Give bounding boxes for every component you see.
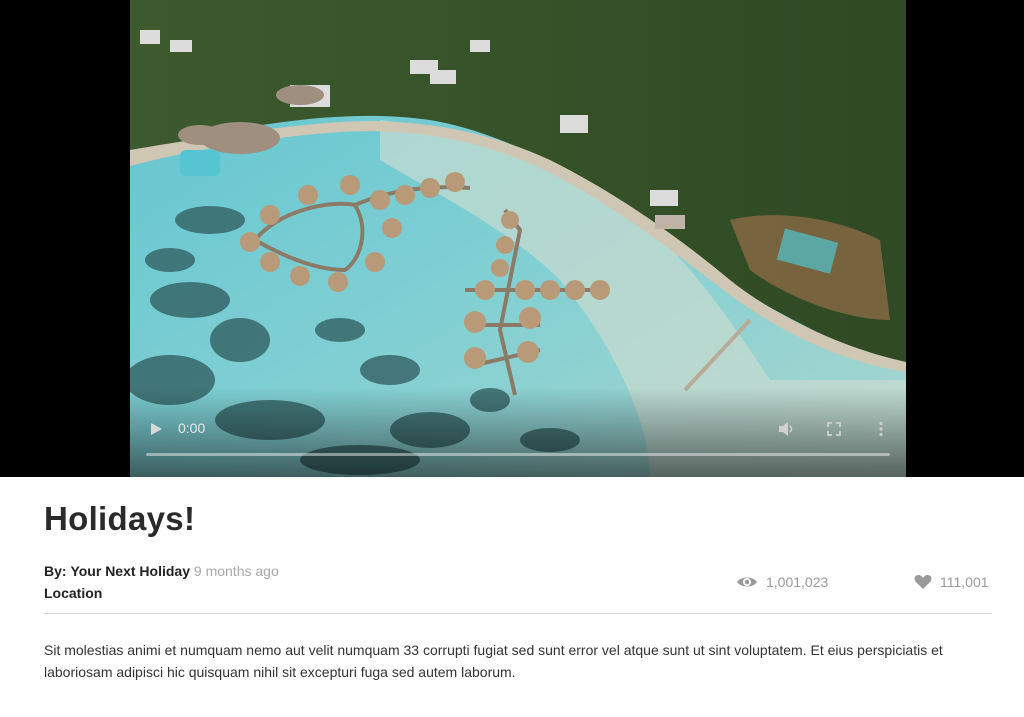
video-player[interactable]: 0:00 <box>0 0 1024 477</box>
post-description: Sit molestias animi et numquam nemo aut … <box>44 642 943 680</box>
more-options-icon[interactable] <box>872 420 890 438</box>
author-prefix: By: <box>44 563 67 579</box>
heart-icon[interactable] <box>914 574 932 590</box>
post-title: Holidays! <box>44 500 196 537</box>
video-current-time: 0:00 <box>178 420 206 436</box>
likes-value: 111,001 <box>940 574 989 590</box>
post-byline: By: Your Next Holiday 9 months ago <box>44 563 279 579</box>
author-link[interactable]: Your Next Holiday <box>70 563 190 579</box>
volume-icon[interactable] <box>777 420 795 438</box>
eye-icon <box>737 577 757 587</box>
views-value: 1,001,023 <box>766 574 829 590</box>
play-icon[interactable] <box>148 421 164 437</box>
post-location: Location <box>44 585 103 601</box>
video-progress-bar[interactable] <box>146 453 890 456</box>
views-count: 1,001,023 <box>736 574 828 590</box>
section-divider <box>44 613 992 614</box>
likes-count[interactable]: 111,001 <box>914 574 989 590</box>
post-timestamp: 9 months ago <box>193 563 279 579</box>
video-frame[interactable] <box>130 0 906 477</box>
fullscreen-icon[interactable] <box>825 420 843 438</box>
